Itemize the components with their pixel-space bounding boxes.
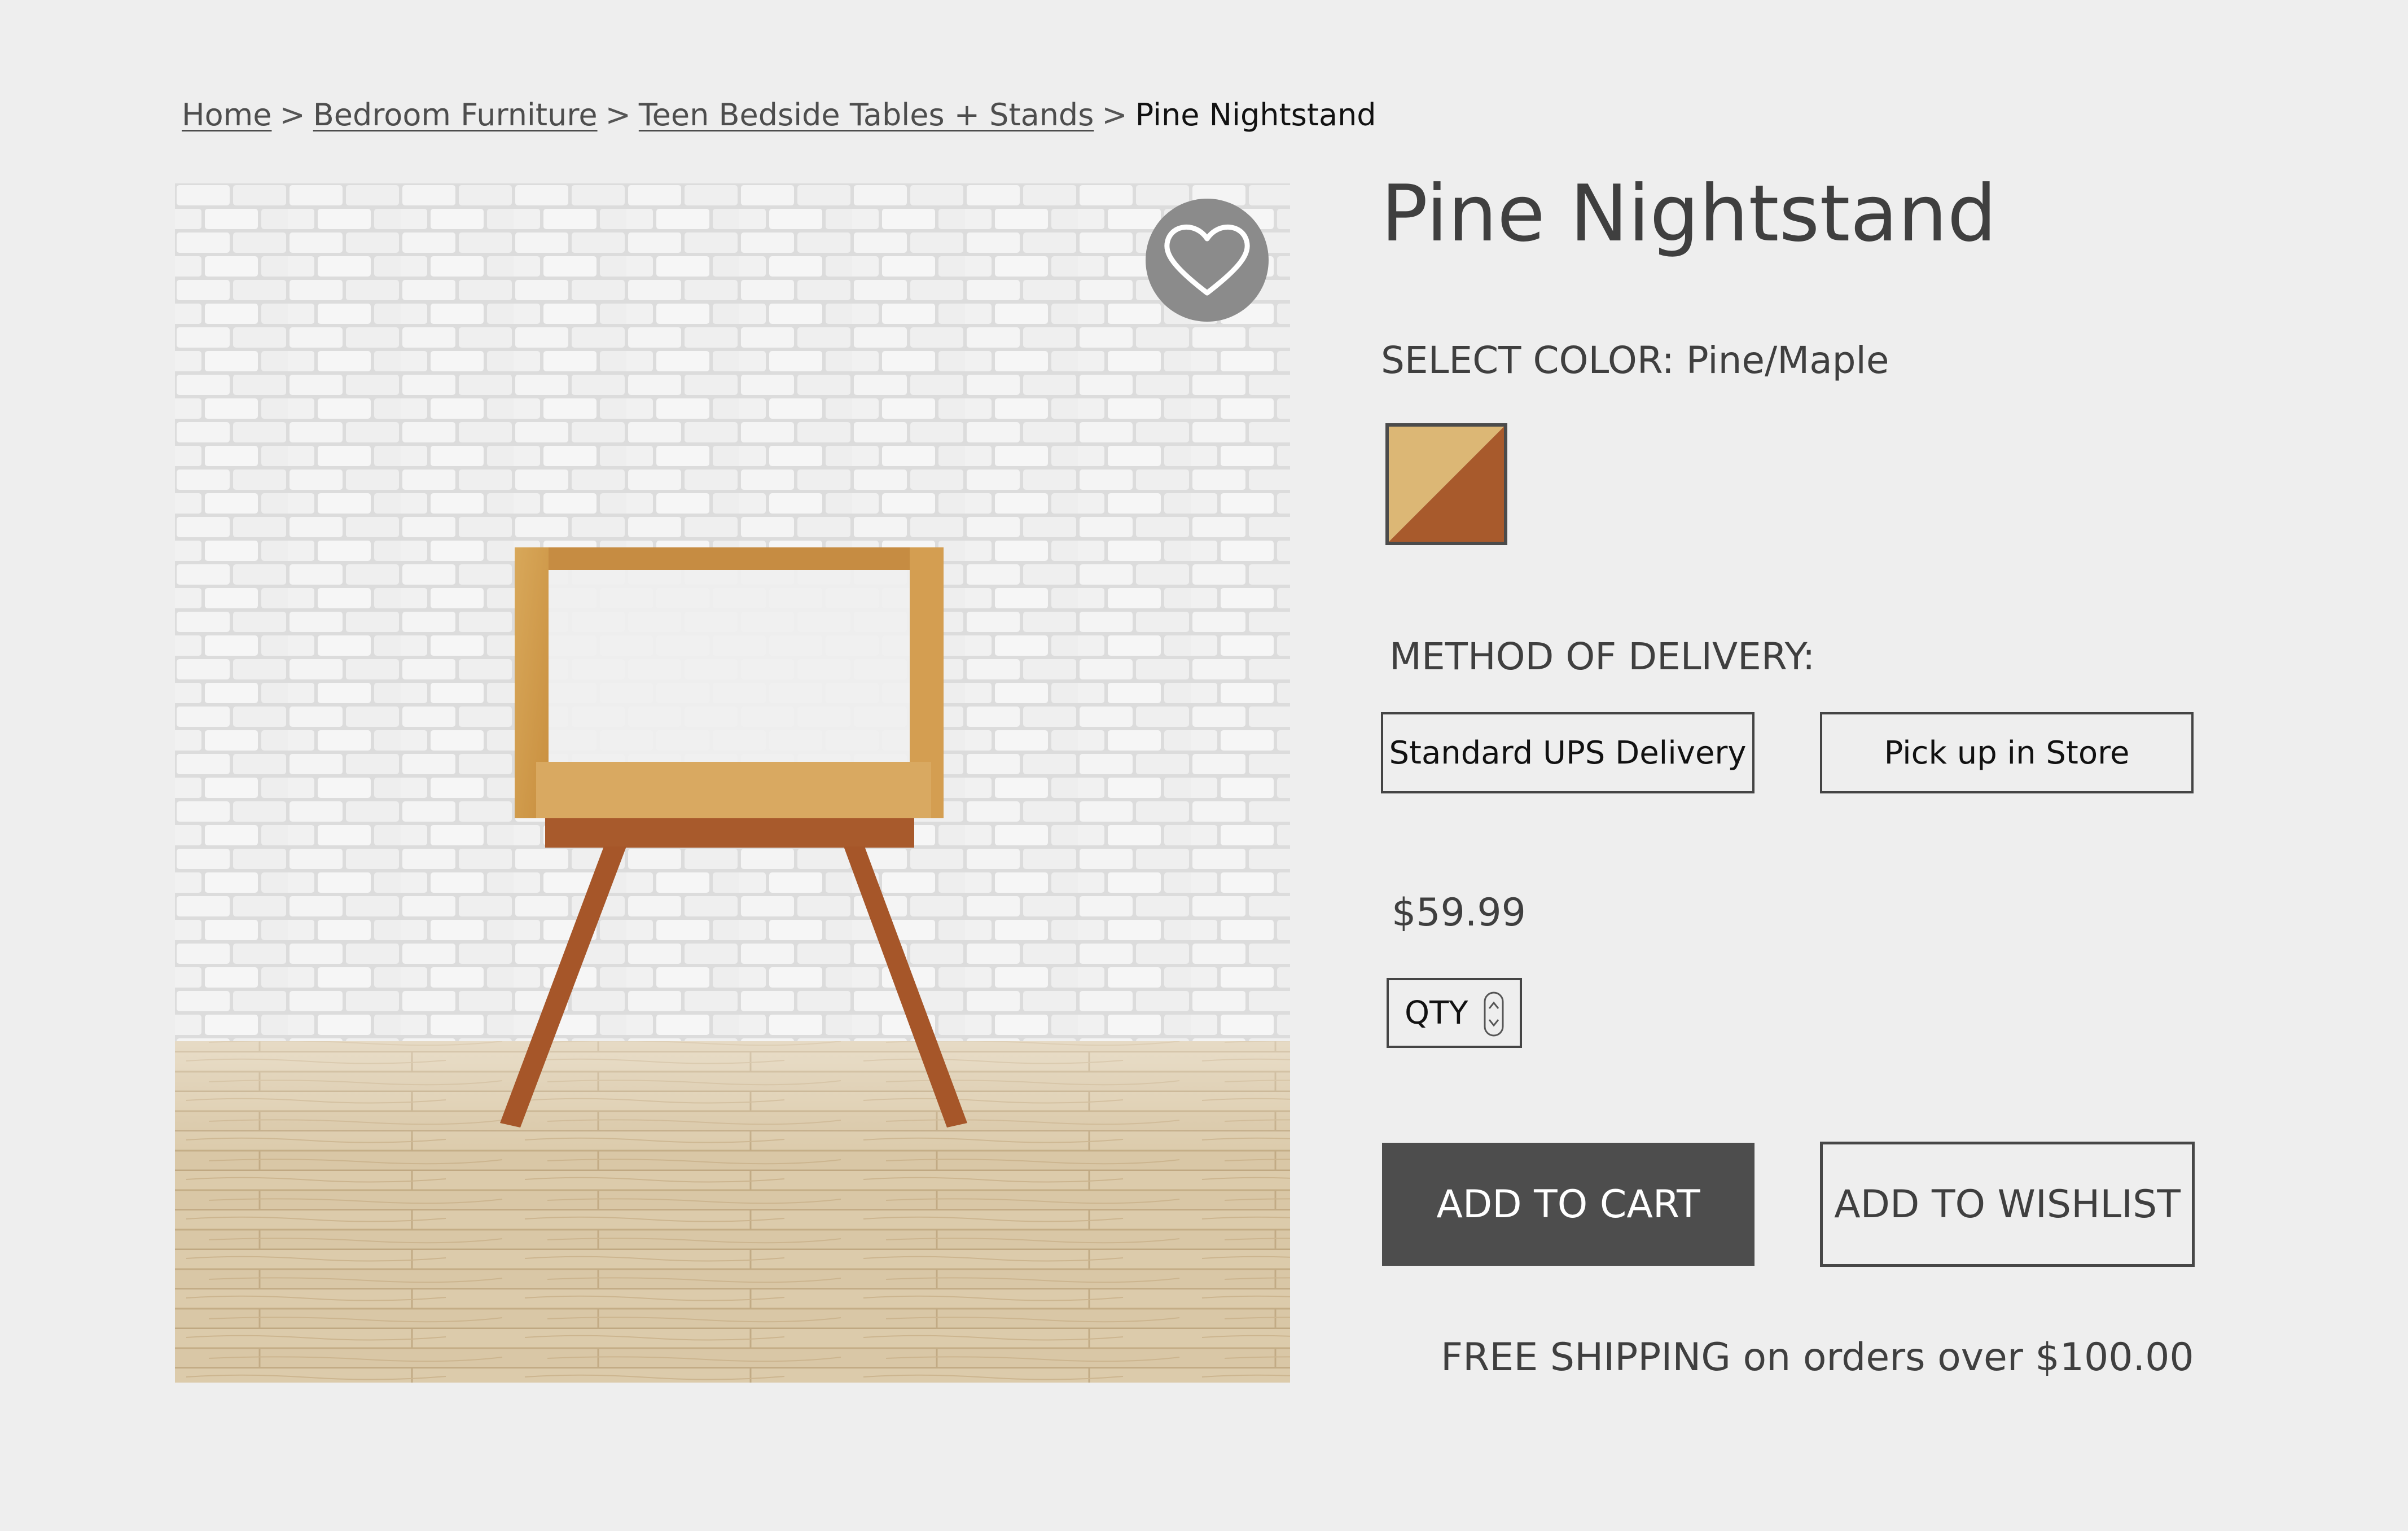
swatch-graphic xyxy=(1389,427,1504,542)
select-color-label: SELECT COLOR: xyxy=(1381,339,1674,382)
breadcrumb-link-teen-bedside-tables[interactable]: Teen Bedside Tables + Stands xyxy=(639,97,1094,133)
color-swatch-pine-maple[interactable] xyxy=(1385,423,1507,545)
heart-icon xyxy=(1164,224,1250,296)
add-to-wishlist-button[interactable]: ADD TO WISHLIST xyxy=(1820,1142,2195,1267)
stepper-arrows-icon[interactable] xyxy=(1484,992,1504,1037)
product-price: $59.99 xyxy=(1392,890,1526,935)
standard-ups-delivery-button[interactable]: Standard UPS Delivery xyxy=(1381,712,1755,793)
favorite-button[interactable] xyxy=(1146,199,1269,322)
product-page: Home > Bedroom Furniture > Teen Bedside Tabl… xyxy=(0,0,2408,1531)
breadcrumb-separator: > xyxy=(605,97,631,133)
add-to-cart-button[interactable]: ADD TO CART xyxy=(1382,1143,1755,1266)
breadcrumb-current: Pine Nightstand xyxy=(1135,97,1376,133)
color-selection-label: SELECT COLOR: Pine/Maple xyxy=(1381,339,1889,382)
quantity-selector[interactable]: QTY xyxy=(1387,978,1522,1048)
product-title: Pine Nightstand xyxy=(1381,168,1997,259)
breadcrumb-link-home[interactable]: Home xyxy=(182,97,271,133)
selected-color-value: Pine/Maple xyxy=(1686,339,1889,382)
breadcrumb: Home > Bedroom Furniture > Teen Bedside Tabl… xyxy=(182,97,1376,133)
quantity-label: QTY xyxy=(1405,994,1468,1032)
breadcrumb-link-bedroom-furniture[interactable]: Bedroom Furniture xyxy=(313,97,598,133)
breadcrumb-separator: > xyxy=(279,97,305,133)
free-shipping-note: FREE SHIPPING on orders over $100.00 xyxy=(1441,1335,2194,1380)
delivery-method-label: METHOD OF DELIVERY: xyxy=(1389,635,1815,678)
pick-up-in-store-button[interactable]: Pick up in Store xyxy=(1820,712,2194,793)
product-image xyxy=(175,183,1290,1383)
breadcrumb-separator: > xyxy=(1102,97,1128,133)
